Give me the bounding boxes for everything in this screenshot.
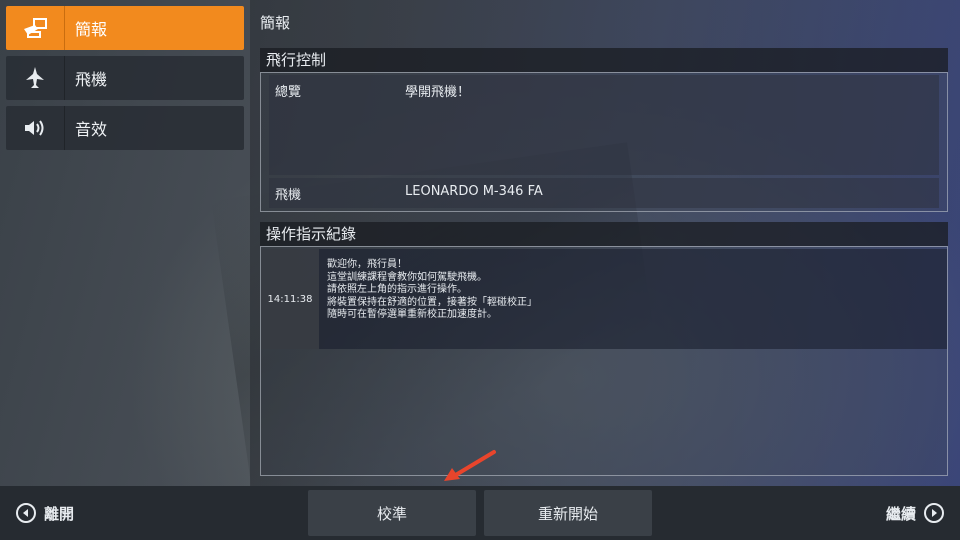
overview-label: 總覽: [275, 85, 302, 100]
aircraft-value: LEONARDO M-346 FA: [405, 184, 543, 199]
log-timestamp: 14:11:38: [261, 249, 319, 349]
airplane-icon: [6, 56, 65, 100]
menu-item-aircraft[interactable]: 飛機: [6, 56, 244, 100]
log-line: 將裝置保持在舒適的位置，接著按「輕碰校正」: [327, 296, 537, 308]
flight-control-header: 飛行控制: [260, 48, 948, 72]
side-menu: 簡報 飛機 音效: [6, 6, 244, 156]
log-header: 操作指示紀錄: [260, 222, 948, 246]
log-line: 歡迎你，飛行員！: [327, 259, 407, 270]
log-message: 歡迎你，飛行員！ 這堂訓練課程會教你如何駕駛飛機。 請依照左上角的指示進行操作。…: [327, 259, 537, 322]
menu-label-briefing: 簡報: [75, 20, 108, 39]
menu-item-briefing[interactable]: 簡報: [6, 6, 244, 50]
overview-row: 總覽 學開飛機！: [269, 75, 939, 175]
bottom-bar: 離開 校準 重新開始 繼續: [0, 486, 960, 540]
log-line: 請依照左上角的指示進行操作。: [327, 284, 467, 295]
continue-button[interactable]: 繼續: [886, 486, 944, 540]
menu-item-sound[interactable]: 音效: [6, 106, 244, 150]
restart-label: 重新開始: [537, 504, 598, 523]
menu-label-sound: 音效: [75, 120, 108, 139]
log-box[interactable]: 14:11:38 歡迎你，飛行員！ 這堂訓練課程會教你如何駕駛飛機。 請依照左上…: [260, 246, 948, 476]
forward-arrow-icon: [924, 503, 944, 523]
log-line: 這堂訓練課程會教你如何駕駛飛機。: [327, 271, 487, 283]
leave-button[interactable]: 離開: [16, 486, 74, 540]
page-title: 簡報: [260, 14, 291, 32]
calibrate-label: 校準: [376, 504, 407, 523]
overview-value: 學開飛機！: [405, 85, 471, 100]
flight-control-box: 總覽 學開飛機！ 飛機 LEONARDO M-346 FA: [260, 72, 948, 212]
speaker-icon: [6, 106, 65, 150]
menu-label-aircraft: 飛機: [75, 70, 108, 89]
log-line: 隨時可在暫停選單重新校正加速度計。: [327, 309, 497, 320]
restart-button[interactable]: 重新開始: [484, 490, 652, 536]
aircraft-label: 飛機: [275, 188, 302, 203]
leave-label: 離開: [44, 504, 75, 523]
aircraft-row: 飛機 LEONARDO M-346 FA: [269, 178, 939, 208]
calibrate-button[interactable]: 校準: [308, 490, 476, 536]
log-entry: 14:11:38 歡迎你，飛行員！ 這堂訓練課程會教你如何駕駛飛機。 請依照左上…: [261, 249, 947, 349]
briefing-panel: 簡報 飛行控制 總覽 學開飛機！ 飛機 LEONARDO M-346 FA 操作…: [250, 0, 960, 486]
back-arrow-icon: [16, 503, 36, 523]
briefing-icon: [6, 6, 65, 50]
continue-label: 繼續: [885, 504, 916, 523]
